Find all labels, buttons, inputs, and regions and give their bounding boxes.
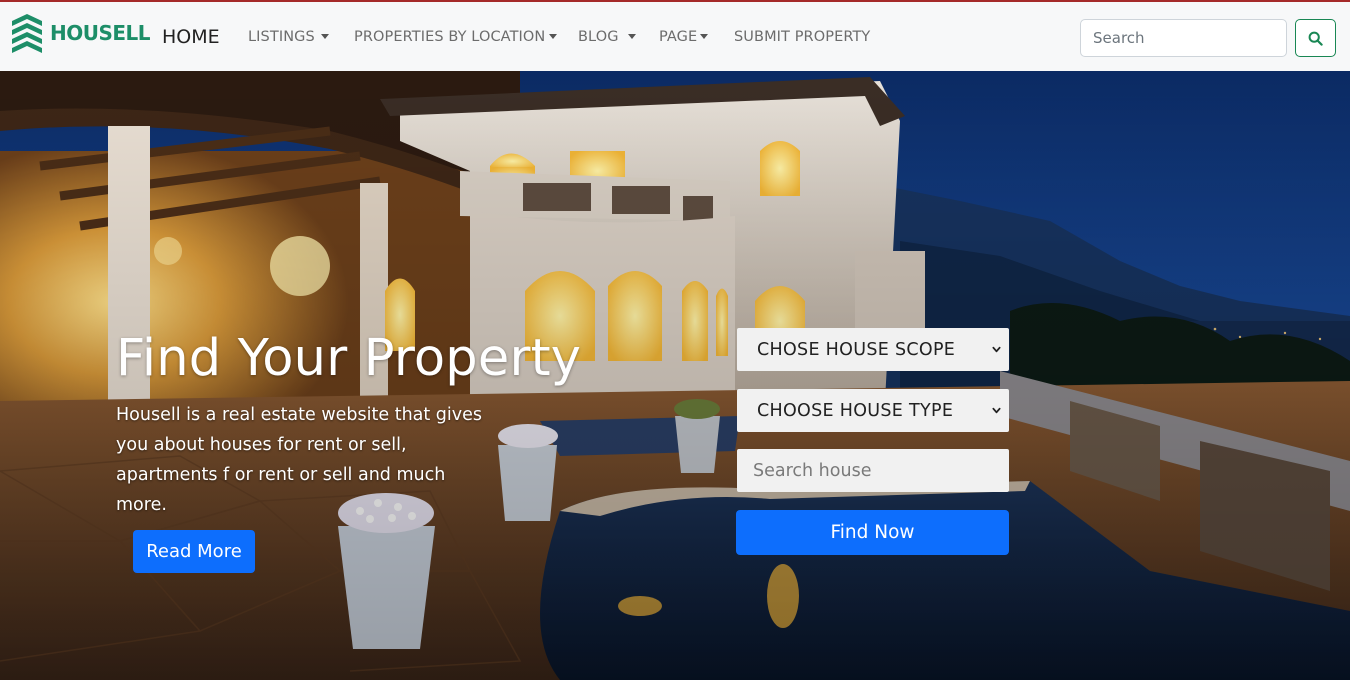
- navbar-search-input[interactable]: [1080, 19, 1287, 57]
- caret-down-icon: [320, 33, 329, 39]
- hero-description: Housell is a real estate website that gi…: [116, 400, 496, 520]
- hero-description-line: Housell is a real estate website that gi…: [116, 405, 483, 425]
- chevron-down-icon: [992, 407, 1001, 414]
- hero-title: Find Your Property: [116, 329, 582, 388]
- nav-listings-dropdown[interactable]: LISTINGS: [248, 29, 329, 45]
- find-now-button[interactable]: Find Now: [736, 510, 1009, 555]
- caret-down-icon: [627, 33, 636, 39]
- nav-blog-dropdown[interactable]: BLOG: [578, 29, 636, 45]
- nav-page-label: PAGE: [659, 29, 698, 45]
- nav-page-dropdown[interactable]: PAGE: [659, 29, 709, 45]
- nav-listings-label: LISTINGS: [248, 29, 315, 45]
- navbar-search-button[interactable]: [1295, 19, 1336, 57]
- caret-down-icon: [549, 33, 558, 39]
- brand-link[interactable]: HOUSELL: [10, 13, 151, 53]
- brand-name: HOUSELL: [50, 21, 151, 45]
- hero-description-line: apartments f or rent or sell and much mo…: [116, 465, 446, 515]
- nav-blog-label: BLOG: [578, 29, 619, 45]
- nav-home-link[interactable]: HOME: [162, 26, 220, 48]
- house-type-select-value: CHOOSE HOUSE TYPE: [757, 400, 954, 421]
- hero-description-line: you about houses for rent or sell,: [116, 435, 407, 455]
- nav-submit-property-label: SUBMIT PROPERTY: [734, 29, 871, 45]
- nav-properties-by-location-label: PROPERTIES BY LOCATION: [354, 29, 546, 45]
- house-scope-select[interactable]: CHOSE HOUSE SCOPE: [737, 328, 1009, 371]
- chevron-down-icon: [992, 346, 1001, 353]
- read-more-button[interactable]: Read More: [133, 530, 255, 573]
- search-icon: [1308, 31, 1323, 46]
- house-scope-select-value: CHOSE HOUSE SCOPE: [757, 339, 956, 360]
- nav-properties-by-location-dropdown[interactable]: PROPERTIES BY LOCATION: [354, 29, 558, 45]
- house-type-select[interactable]: CHOOSE HOUSE TYPE: [737, 389, 1009, 432]
- house-search-input[interactable]: [737, 449, 1009, 492]
- nav-submit-property-link[interactable]: SUBMIT PROPERTY: [734, 29, 870, 45]
- housell-logo-icon: [12, 14, 42, 53]
- hero-section: Find Your Property Housell is a real est…: [0, 71, 1350, 680]
- caret-down-icon: [700, 33, 709, 39]
- top-navbar: HOUSELL HOME LISTINGS PROPERTIES BY LOCA…: [0, 0, 1350, 71]
